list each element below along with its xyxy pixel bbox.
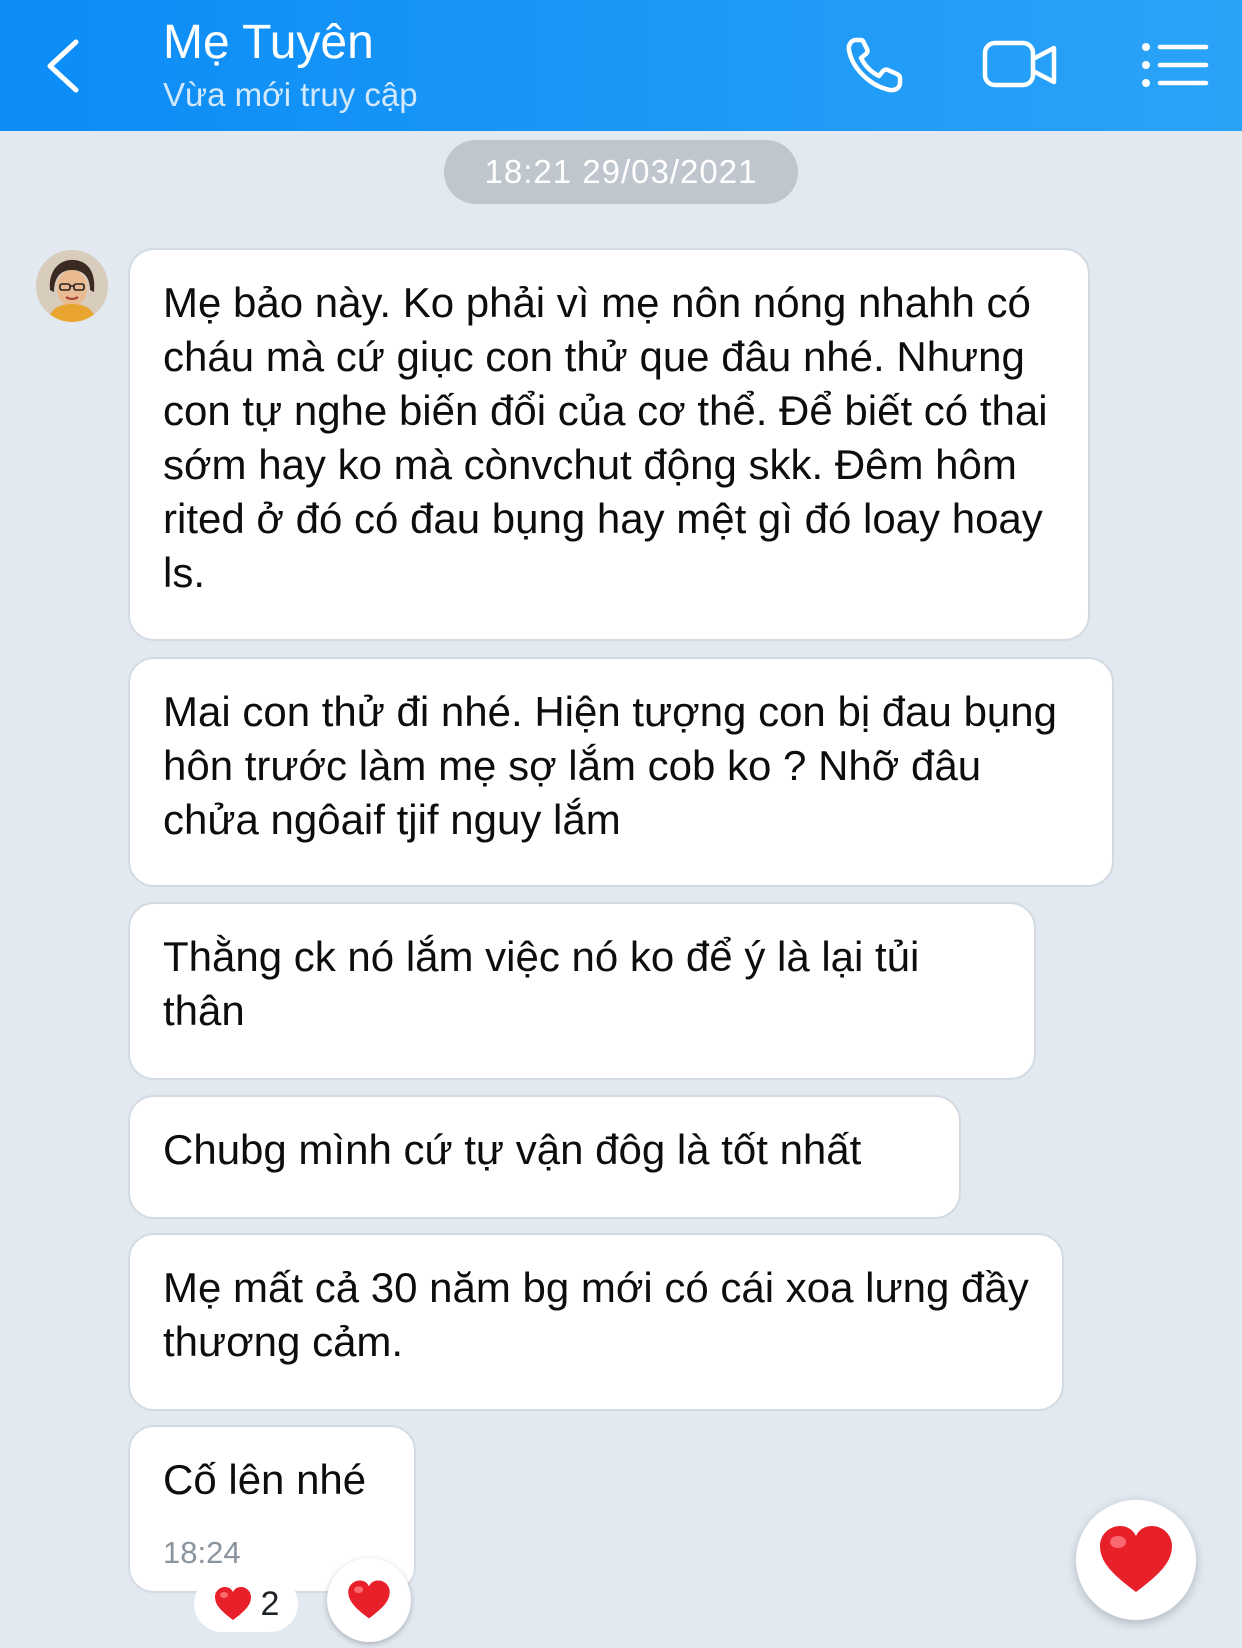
message-bubble[interactable]: Thằng ck nó lắm việc nó ko để ý là lại t… bbox=[128, 902, 1036, 1080]
video-call-icon bbox=[982, 40, 1057, 88]
message-text: Mẹ mất cả 30 năm bg mới có cái xoa lưng … bbox=[163, 1264, 1029, 1365]
call-button[interactable] bbox=[838, 30, 916, 100]
message-text: Thằng ck nó lắm việc nó ko để ý là lại t… bbox=[163, 933, 920, 1034]
heart-icon bbox=[214, 1587, 251, 1620]
heart-icon bbox=[348, 1580, 390, 1619]
phone-icon bbox=[846, 37, 903, 93]
menu-button[interactable] bbox=[1138, 30, 1216, 100]
contact-title-block[interactable]: Mẹ Tuyên Vừa mới truy cập bbox=[163, 14, 418, 115]
message-bubble[interactable]: Mai con thử đi nhé. Hiện tượng con bị đa… bbox=[128, 657, 1114, 887]
avatar[interactable] bbox=[36, 250, 108, 322]
quick-heart-button[interactable] bbox=[1076, 1500, 1196, 1620]
reaction-count: 2 bbox=[260, 1585, 280, 1623]
contact-status: Vừa mới truy cập bbox=[163, 76, 418, 113]
message-text: Chubg mình cứ tự vận đôg là tốt nhất bbox=[163, 1126, 862, 1173]
message-bubble[interactable]: Mẹ mất cả 30 năm bg mới có cái xoa lưng … bbox=[128, 1233, 1064, 1411]
message-bubble[interactable]: Chubg mình cứ tự vận đôg là tốt nhất bbox=[128, 1095, 961, 1219]
heart-icon bbox=[1100, 1526, 1172, 1592]
message-text: Mai con thử đi nhé. Hiện tượng con bị đa… bbox=[163, 688, 1057, 843]
date-separator: 18:21 29/03/2021 bbox=[444, 140, 798, 204]
message-text: Cố lên nhé bbox=[163, 1456, 367, 1503]
message-bubble[interactable]: Mẹ bảo này. Ko phải vì mẹ nôn nóng nhahh… bbox=[128, 248, 1090, 641]
message-text: Mẹ bảo này. Ko phải vì mẹ nôn nóng nhahh… bbox=[163, 279, 1048, 596]
avatar-photo bbox=[36, 250, 108, 322]
back-button[interactable] bbox=[36, 28, 96, 104]
menu-list-icon bbox=[1142, 43, 1209, 87]
message-time: 18:24 bbox=[163, 1535, 241, 1570]
back-icon bbox=[47, 39, 79, 93]
contact-name: Mẹ Tuyên bbox=[163, 16, 374, 69]
reaction-summary[interactable]: 2 bbox=[194, 1576, 298, 1632]
video-call-button[interactable] bbox=[982, 30, 1060, 100]
react-heart-button[interactable] bbox=[327, 1558, 411, 1642]
chat-header: Mẹ Tuyên Vừa mới truy cập bbox=[0, 0, 1242, 131]
